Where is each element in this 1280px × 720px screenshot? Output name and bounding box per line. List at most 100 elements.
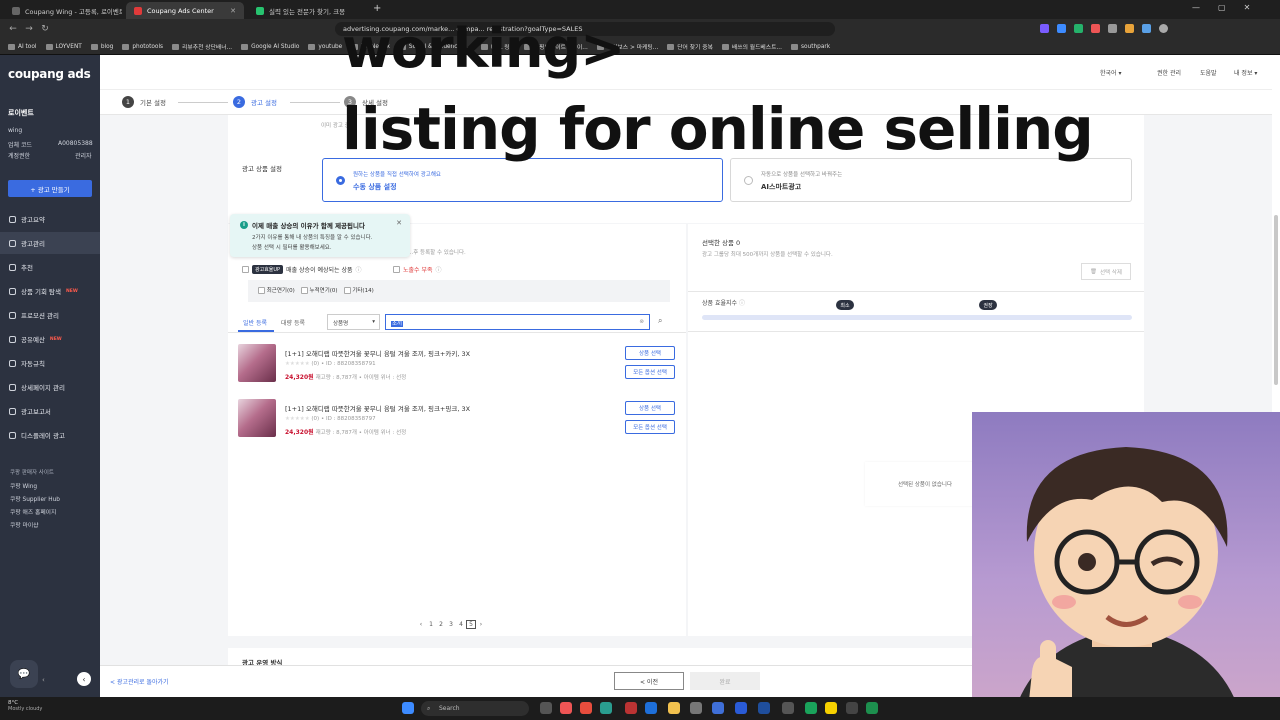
file-explorer-icon[interactable] xyxy=(668,702,680,714)
make-ad-button[interactable]: + 광고 만들기 xyxy=(8,180,92,197)
sidebar-menu-item[interactable]: 광고요약 xyxy=(0,208,100,230)
search-icon[interactable]: ⌕ xyxy=(658,316,662,326)
filter-recent[interactable]: 최근연기(0) xyxy=(258,286,295,294)
ai-smart-ad-option[interactable]: 자동으로 상품을 선택하고 바꿔주는 AI스마트광고 xyxy=(730,158,1132,202)
site-link-supplier-hub[interactable]: 쿠팡 Supplier Hub xyxy=(10,494,60,503)
page-prev-icon[interactable]: ‹ xyxy=(416,621,426,628)
extension-icon[interactable] xyxy=(1125,24,1134,33)
close-window-icon[interactable]: ✕ xyxy=(1244,3,1251,12)
site-link-myshop[interactable]: 쿠팡 마이샵 xyxy=(10,520,39,529)
bookmark-item[interactable]: blog xyxy=(90,43,113,50)
extension-icon[interactable] xyxy=(1040,24,1049,33)
app-icon[interactable] xyxy=(690,702,702,714)
outlook-icon[interactable] xyxy=(645,702,657,714)
bookmark-item[interactable]: phototools xyxy=(122,43,163,50)
extension-icon[interactable] xyxy=(1091,24,1100,33)
browser-tab-ads-center[interactable]: Coupang Ads Center ✕ xyxy=(126,2,244,19)
info-icon[interactable]: ⓘ xyxy=(739,300,745,307)
app-icon[interactable] xyxy=(560,702,572,714)
sidebar-menu-item[interactable]: 디스플레이 광고 xyxy=(0,424,100,446)
search-input[interactable]: 조끼 ⊗ xyxy=(385,314,650,330)
profile-icon[interactable] xyxy=(1159,24,1168,33)
select-product-button[interactable]: 상품 선택 xyxy=(625,401,675,415)
checkbox[interactable] xyxy=(258,287,265,294)
page-next-icon[interactable]: › xyxy=(476,621,486,628)
sidebar-menu-item[interactable]: 광고보고서 xyxy=(0,400,100,422)
product-name[interactable]: [1+1] 오해디랩 따뜻한겨울 꽃무니 융털 겨울 조끼, 핑크+카키, 3X xyxy=(285,348,470,358)
page-scrollbar[interactable] xyxy=(1274,215,1278,385)
taskbar-search[interactable]: ⌕ Search xyxy=(421,701,529,716)
info-icon[interactable]: ⓘ xyxy=(436,265,442,274)
bookmark-item[interactable]: 배쓰의 월드베스트... xyxy=(721,42,782,51)
task-view-icon[interactable] xyxy=(540,702,552,714)
bookmark-item[interactable]: youtube xyxy=(308,43,342,50)
tab-bulk-register[interactable]: 대량 등록 xyxy=(281,318,305,327)
select-all-options-button[interactable]: 모든 옵션 선택 xyxy=(625,420,675,434)
bookmark-item[interactable]: southpark xyxy=(790,43,830,50)
clear-search-icon[interactable]: ⊗ xyxy=(639,319,644,325)
tab-general-register[interactable]: 일반 등록 xyxy=(243,318,267,327)
bookmark-item[interactable]: 리뷰추천 상단배너... xyxy=(172,42,232,51)
filter-cumulative[interactable]: 누적연기(0) xyxy=(300,286,338,294)
close-tab-icon[interactable]: ✕ xyxy=(230,7,236,15)
back-to-ad-mgmt-link[interactable]: < 광고관리로 돌아가기 xyxy=(110,677,169,686)
page-number[interactable]: 5 xyxy=(466,620,476,629)
help-link[interactable]: 도움말 xyxy=(1200,68,1217,77)
sidebar-menu-item[interactable]: 광고관리 xyxy=(0,232,100,254)
app-icon[interactable] xyxy=(625,702,637,714)
sidebar-menu-item[interactable]: 상품 기회 탐색 NEW xyxy=(0,280,100,302)
site-link-ads-home[interactable]: 쿠팡 애즈 홈페이지 xyxy=(10,507,56,516)
clear-selection-button[interactable]: 🗑 선택 삭제 xyxy=(1081,263,1131,280)
manual-product-option[interactable]: 원하는 상품을 직접 선택하여 광고해요 수동 상품 설정 xyxy=(322,158,723,202)
close-tooltip-icon[interactable]: ✕ xyxy=(396,219,402,227)
checkbox[interactable] xyxy=(242,266,249,273)
extension-icon[interactable] xyxy=(1108,24,1117,33)
excel-icon[interactable] xyxy=(866,702,878,714)
app-icon[interactable] xyxy=(782,702,794,714)
windows-start-icon[interactable] xyxy=(402,702,414,714)
filter-sales-up[interactable]: 광고효율UP 매출 상승이 예상되는 상품 ⓘ xyxy=(242,265,362,274)
forward-icon[interactable]: → xyxy=(22,22,36,36)
minimize-icon[interactable]: — xyxy=(1192,3,1200,12)
filter-other[interactable]: 기타(14) xyxy=(343,286,374,294)
my-info-menu[interactable]: 내 정보 ▾ xyxy=(1234,68,1257,77)
page-number[interactable]: 2 xyxy=(436,621,446,628)
checkbox[interactable] xyxy=(300,287,308,294)
sidebar-menu-item[interactable]: 공유예산 NEW xyxy=(0,328,100,350)
bookmark-item[interactable]: Google AI Studio xyxy=(241,43,299,50)
app-icon[interactable] xyxy=(758,702,770,714)
extension-icon[interactable] xyxy=(1074,24,1083,33)
page-number[interactable]: 1 xyxy=(426,621,436,628)
filter-low-exposure[interactable]: 노출수 부족 ⓘ xyxy=(393,265,442,274)
bookmark-item[interactable]: 단어 찾기 중복 xyxy=(667,42,713,51)
reload-icon[interactable]: ↻ xyxy=(38,22,52,36)
maximize-icon[interactable]: ▢ xyxy=(1218,3,1226,12)
bookmark-item[interactable]: LOYVENT xyxy=(45,43,82,50)
collapse-sidebar-icon[interactable]: ‹ xyxy=(77,672,91,686)
page-number[interactable]: 3 xyxy=(446,621,456,628)
chat-icon[interactable]: 💬 xyxy=(10,660,38,688)
search-type-select[interactable]: 상품명 ▾ xyxy=(327,314,380,330)
product-name[interactable]: [1+1] 오해디랩 따뜻한겨울 꽃무니 융털 겨울 조끼, 핑크+핑크, 3X xyxy=(285,403,470,413)
language-select[interactable]: 한국어 ▾ xyxy=(1100,68,1121,77)
checkbox[interactable] xyxy=(343,287,351,294)
browser-tab-wing[interactable]: Coupang Wing - 고등록, 로이벤트 xyxy=(4,2,122,19)
page-number[interactable]: 4 xyxy=(456,621,466,628)
product-thumbnail[interactable] xyxy=(238,399,276,437)
weather-widget[interactable]: 8°C Mostly cloudy xyxy=(8,700,42,712)
prev-button[interactable]: < 이전 xyxy=(614,672,684,690)
chevron-left-icon[interactable]: ‹ xyxy=(42,676,45,684)
extension-icon[interactable] xyxy=(1057,24,1066,33)
app-icon[interactable] xyxy=(846,702,858,714)
new-tab-icon[interactable]: + xyxy=(373,3,381,14)
permission-mgmt-link[interactable]: 권한 관리 xyxy=(1157,68,1181,77)
select-product-button[interactable]: 상품 선택 xyxy=(625,346,675,360)
sidebar-menu-item[interactable]: 추천 xyxy=(0,256,100,278)
app-icon[interactable] xyxy=(580,702,592,714)
back-icon[interactable]: ← xyxy=(6,22,20,36)
app-icon[interactable] xyxy=(600,702,612,714)
kakao-icon[interactable] xyxy=(825,702,837,714)
coupang-ads-logo[interactable]: coupang ads xyxy=(8,67,91,81)
sidebar-menu-item[interactable]: 상세페이지 관리 xyxy=(0,376,100,398)
sidebar-menu-item[interactable]: 프로모션 관리 xyxy=(0,304,100,326)
